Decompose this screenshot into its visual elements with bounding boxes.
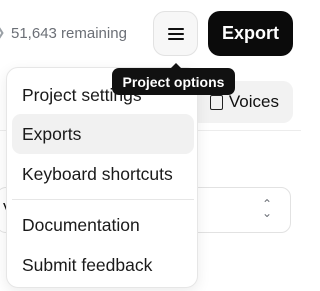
menu-item-documentation[interactable]: Documentation [12, 205, 194, 245]
document-icon [209, 94, 223, 110]
project-options-menu: Project settings Exports Keyboard shortc… [6, 67, 198, 288]
remaining-credits: 51,643 remaining [11, 25, 127, 42]
project-options-button[interactable] [153, 11, 198, 56]
menu-item-exports[interactable]: Exports [12, 114, 194, 154]
menu-separator [12, 199, 194, 200]
menu-item-submit-feedback[interactable]: Submit feedback [12, 245, 194, 285]
voices-label: Voices [228, 92, 279, 111]
hamburger-menu-icon [167, 27, 184, 40]
chevron-up-down-icon: ⌃ ⌄ [261, 197, 273, 220]
menu-item-keyboard-shortcuts[interactable]: Keyboard shortcuts [12, 154, 194, 194]
export-button[interactable]: Export [208, 11, 293, 56]
app-window: ❯ 51,643 remaining Export Voices V ⌃⌄ Pr… [0, 0, 301, 291]
project-options-tooltip: Project options [112, 68, 235, 95]
credits-icon: ❯ [0, 27, 5, 39]
top-bar: ❯ 51,643 remaining Export [0, 0, 301, 66]
